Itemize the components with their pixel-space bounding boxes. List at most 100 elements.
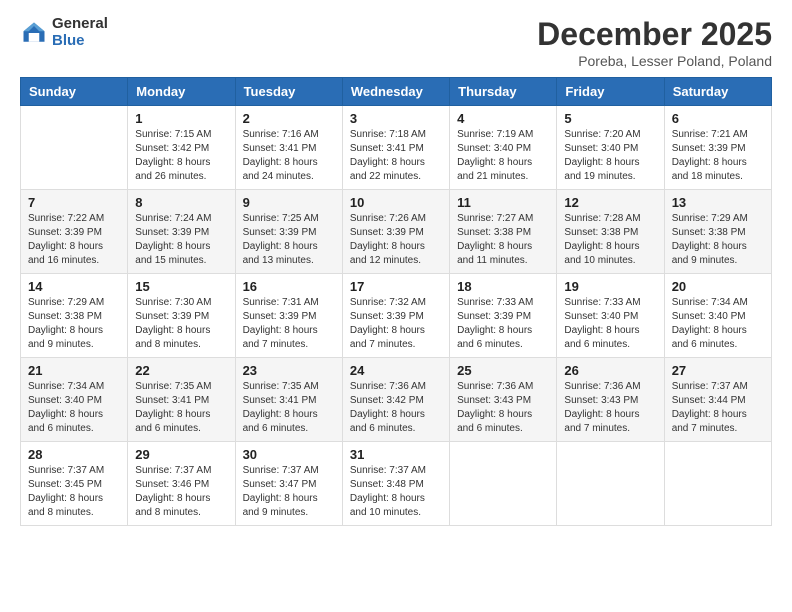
day-number: 18 <box>457 279 549 294</box>
day-number: 3 <box>350 111 442 126</box>
day-info: Sunrise: 7:19 AMSunset: 3:40 PMDaylight:… <box>457 128 549 184</box>
day-info: Sunrise: 7:37 AMSunset: 3:47 PMDaylight:… <box>243 464 335 520</box>
day-number: 8 <box>135 195 227 210</box>
calendar-cell: 26Sunrise: 7:36 AMSunset: 3:43 PMDayligh… <box>557 358 664 442</box>
calendar-week-row: 7 Sunrise: 7:22 AMSunset: 3:39 PMDaylight… <box>21 190 772 274</box>
day-number: 5 <box>564 111 656 126</box>
day-info: Sunrise: 7:37 AMSunset: 3:48 PMDaylight:… <box>350 464 442 520</box>
calendar-cell: 22Sunrise: 7:35 AMSunset: 3:41 PMDayligh… <box>128 358 235 442</box>
calendar-cell: 3 Sunrise: 7:18 AMSunset: 3:41 PMDaylight… <box>342 106 449 190</box>
day-number: 1 <box>135 111 227 126</box>
day-number: 7 <box>28 195 120 210</box>
calendar-cell: 30 Sunrise: 7:37 AMSunset: 3:47 PMDayligh… <box>235 442 342 526</box>
day-info: Sunrise: 7:36 AMSunset: 3:43 PMDaylight:… <box>457 380 549 436</box>
day-number: 24 <box>350 363 442 378</box>
day-number: 19 <box>564 279 656 294</box>
calendar-week-row: 14 Sunrise: 7:29 AMSunset: 3:38 PMDayligh… <box>21 274 772 358</box>
calendar-cell: 7 Sunrise: 7:22 AMSunset: 3:39 PMDaylight… <box>21 190 128 274</box>
day-number: 30 <box>243 447 335 462</box>
day-number: 28 <box>28 447 120 462</box>
day-info: Sunrise: 7:35 AMSunset: 3:41 PMDaylight:… <box>243 380 335 436</box>
day-info: Sunrise: 7:15 AMSunset: 3:42 PMDaylight:… <box>135 128 227 184</box>
calendar-cell: 25Sunrise: 7:36 AMSunset: 3:43 PMDayligh… <box>450 358 557 442</box>
calendar-cell: 24 Sunrise: 7:36 AMSunset: 3:42 PMDayligh… <box>342 358 449 442</box>
day-info: Sunrise: 7:33 AMSunset: 3:40 PMDaylight:… <box>564 296 656 352</box>
day-info: Sunrise: 7:28 AMSunset: 3:38 PMDaylight:… <box>564 212 656 268</box>
calendar-header-row: SundayMondayTuesdayWednesdayThursdayFrid… <box>21 78 772 106</box>
calendar-day-header: Tuesday <box>235 78 342 106</box>
day-info: Sunrise: 7:25 AMSunset: 3:39 PMDaylight:… <box>243 212 335 268</box>
day-number: 11 <box>457 195 549 210</box>
calendar-table: SundayMondayTuesdayWednesdayThursdayFrid… <box>20 77 772 526</box>
day-info: Sunrise: 7:21 AMSunset: 3:39 PMDaylight:… <box>672 128 764 184</box>
logo-icon <box>20 19 48 47</box>
title-block: December 2025 Poreba, Lesser Poland, Pol… <box>537 16 772 69</box>
day-number: 6 <box>672 111 764 126</box>
calendar-cell: 14 Sunrise: 7:29 AMSunset: 3:38 PMDayligh… <box>21 274 128 358</box>
calendar-week-row: 21Sunrise: 7:34 AMSunset: 3:40 PMDayligh… <box>21 358 772 442</box>
day-number: 20 <box>672 279 764 294</box>
calendar-day-header: Wednesday <box>342 78 449 106</box>
calendar-cell: 17Sunrise: 7:32 AMSunset: 3:39 PMDayligh… <box>342 274 449 358</box>
day-info: Sunrise: 7:18 AMSunset: 3:41 PMDaylight:… <box>350 128 442 184</box>
calendar-day-header: Monday <box>128 78 235 106</box>
day-info: Sunrise: 7:34 AMSunset: 3:40 PMDaylight:… <box>672 296 764 352</box>
day-number: 10 <box>350 195 442 210</box>
day-info: Sunrise: 7:30 AMSunset: 3:39 PMDaylight:… <box>135 296 227 352</box>
calendar-cell: 20 Sunrise: 7:34 AMSunset: 3:40 PMDayligh… <box>664 274 771 358</box>
calendar-cell: 21Sunrise: 7:34 AMSunset: 3:40 PMDayligh… <box>21 358 128 442</box>
day-info: Sunrise: 7:36 AMSunset: 3:42 PMDaylight:… <box>350 380 442 436</box>
location-title: Poreba, Lesser Poland, Poland <box>537 53 772 69</box>
day-number: 31 <box>350 447 442 462</box>
day-number: 27 <box>672 363 764 378</box>
day-info: Sunrise: 7:33 AMSunset: 3:39 PMDaylight:… <box>457 296 549 352</box>
calendar-week-row: 1 Sunrise: 7:15 AMSunset: 3:42 PMDaylight… <box>21 106 772 190</box>
day-number: 29 <box>135 447 227 462</box>
month-title: December 2025 <box>537 16 772 53</box>
day-number: 21 <box>28 363 120 378</box>
day-number: 12 <box>564 195 656 210</box>
calendar-week-row: 28Sunrise: 7:37 AMSunset: 3:45 PMDayligh… <box>21 442 772 526</box>
calendar-cell: 29 Sunrise: 7:37 AMSunset: 3:46 PMDayligh… <box>128 442 235 526</box>
header: General Blue December 2025 Poreba, Lesse… <box>20 16 772 69</box>
logo-text: General Blue <box>52 16 108 49</box>
calendar-cell: 11 Sunrise: 7:27 AMSunset: 3:38 PMDayligh… <box>450 190 557 274</box>
day-info: Sunrise: 7:29 AMSunset: 3:38 PMDaylight:… <box>672 212 764 268</box>
calendar-cell: 1 Sunrise: 7:15 AMSunset: 3:42 PMDaylight… <box>128 106 235 190</box>
calendar-cell: 12 Sunrise: 7:28 AMSunset: 3:38 PMDayligh… <box>557 190 664 274</box>
calendar-cell: 18 Sunrise: 7:33 AMSunset: 3:39 PMDayligh… <box>450 274 557 358</box>
calendar-cell: 10Sunrise: 7:26 AMSunset: 3:39 PMDayligh… <box>342 190 449 274</box>
calendar-cell: 13 Sunrise: 7:29 AMSunset: 3:38 PMDayligh… <box>664 190 771 274</box>
calendar-cell: 15 Sunrise: 7:30 AMSunset: 3:39 PMDayligh… <box>128 274 235 358</box>
day-info: Sunrise: 7:31 AMSunset: 3:39 PMDaylight:… <box>243 296 335 352</box>
day-number: 4 <box>457 111 549 126</box>
calendar-cell: 6 Sunrise: 7:21 AMSunset: 3:39 PMDaylight… <box>664 106 771 190</box>
day-info: Sunrise: 7:27 AMSunset: 3:38 PMDaylight:… <box>457 212 549 268</box>
calendar-cell: 16 Sunrise: 7:31 AMSunset: 3:39 PMDayligh… <box>235 274 342 358</box>
day-number: 9 <box>243 195 335 210</box>
day-number: 14 <box>28 279 120 294</box>
calendar-cell: 28Sunrise: 7:37 AMSunset: 3:45 PMDayligh… <box>21 442 128 526</box>
day-number: 17 <box>350 279 442 294</box>
day-number: 16 <box>243 279 335 294</box>
day-number: 13 <box>672 195 764 210</box>
calendar-day-header: Friday <box>557 78 664 106</box>
calendar-cell: 5Sunrise: 7:20 AMSunset: 3:40 PMDaylight… <box>557 106 664 190</box>
calendar-day-header: Thursday <box>450 78 557 106</box>
calendar-day-header: Saturday <box>664 78 771 106</box>
day-info: Sunrise: 7:37 AMSunset: 3:46 PMDaylight:… <box>135 464 227 520</box>
day-number: 23 <box>243 363 335 378</box>
day-info: Sunrise: 7:24 AMSunset: 3:39 PMDaylight:… <box>135 212 227 268</box>
calendar-cell <box>557 442 664 526</box>
day-number: 15 <box>135 279 227 294</box>
day-info: Sunrise: 7:22 AMSunset: 3:39 PMDaylight:… <box>28 212 120 268</box>
calendar-day-header: Sunday <box>21 78 128 106</box>
day-info: Sunrise: 7:29 AMSunset: 3:38 PMDaylight:… <box>28 296 120 352</box>
logo-general-text: General <box>52 16 108 33</box>
calendar-cell: 4 Sunrise: 7:19 AMSunset: 3:40 PMDaylight… <box>450 106 557 190</box>
calendar-cell: 8 Sunrise: 7:24 AMSunset: 3:39 PMDaylight… <box>128 190 235 274</box>
calendar-cell: 9 Sunrise: 7:25 AMSunset: 3:39 PMDaylight… <box>235 190 342 274</box>
day-number: 2 <box>243 111 335 126</box>
day-number: 22 <box>135 363 227 378</box>
logo: General Blue <box>20 16 108 49</box>
